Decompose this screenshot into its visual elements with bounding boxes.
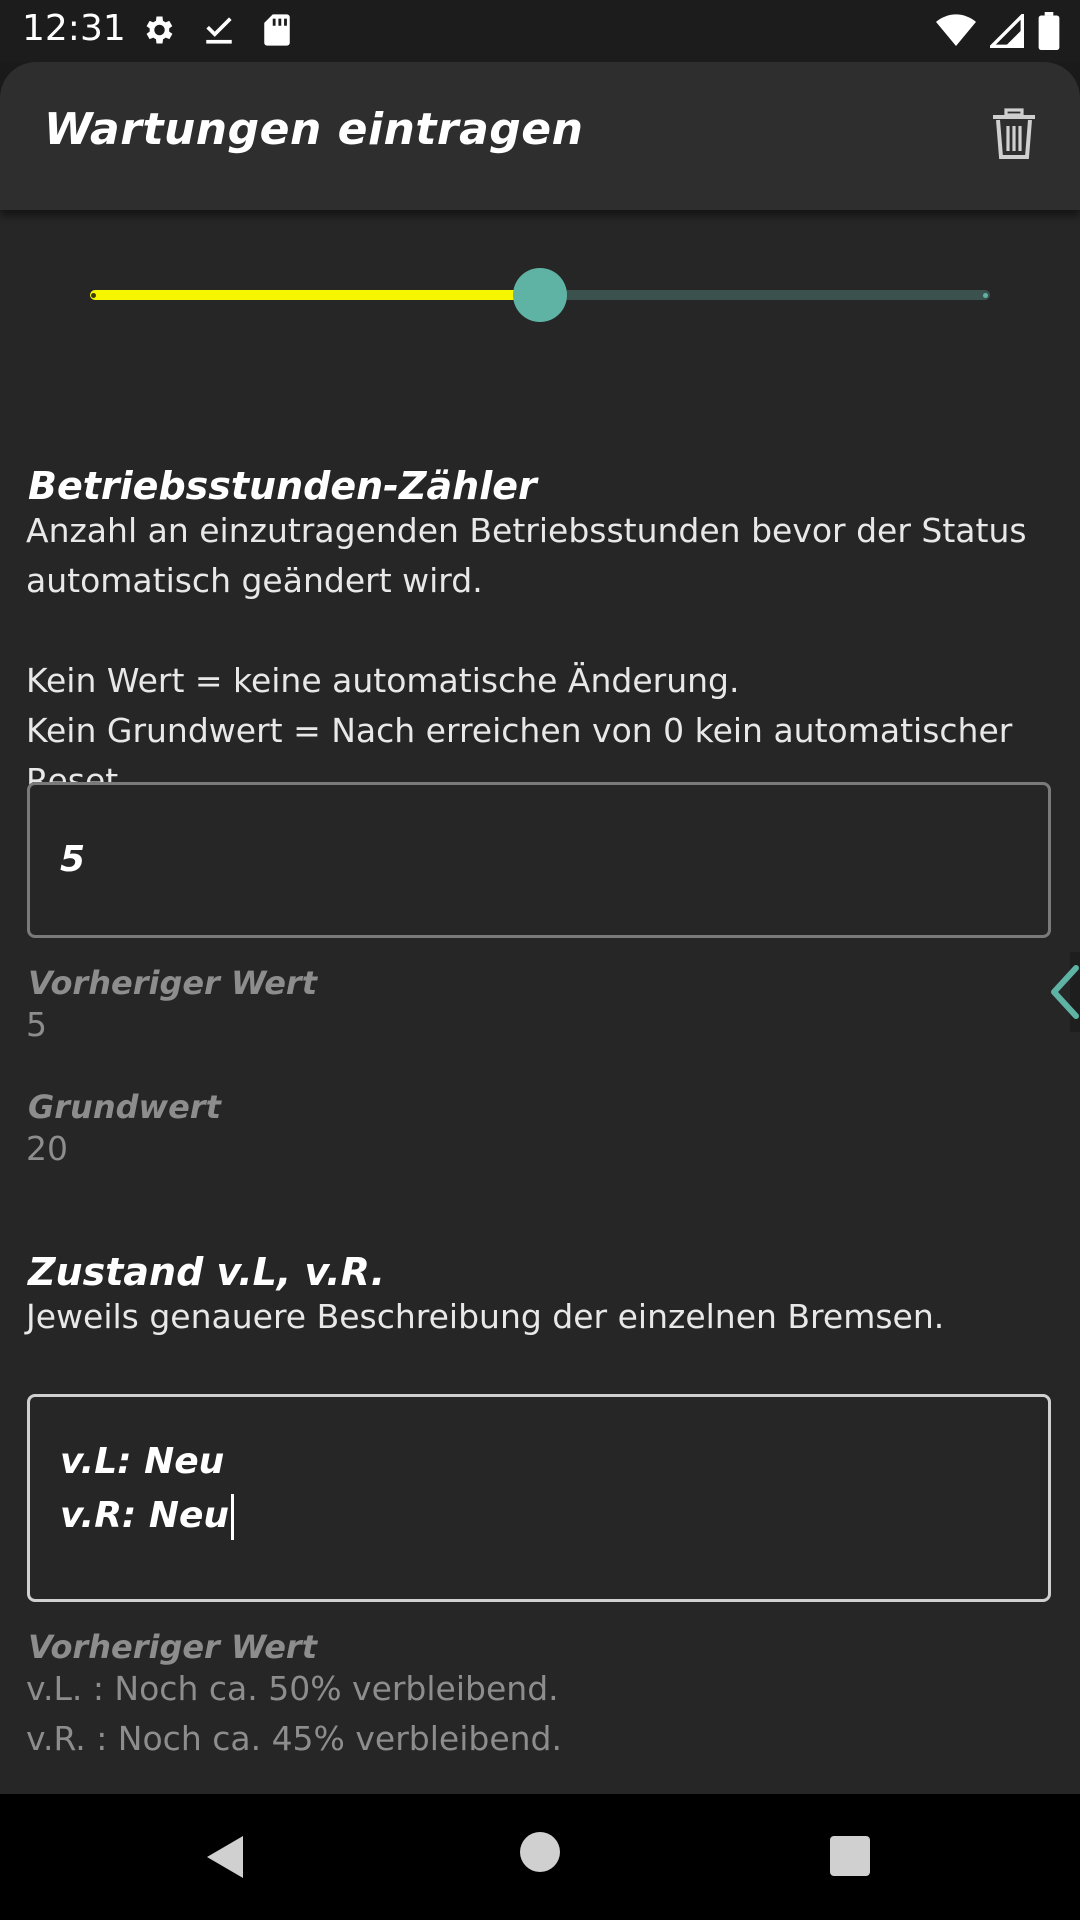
slider-thumb[interactable] [513, 268, 567, 322]
wifi-icon [936, 14, 976, 52]
home-button[interactable] [520, 1832, 560, 1876]
navigation-bar [0, 1794, 1080, 1920]
slider-fill [90, 290, 540, 300]
chevron-left-icon [1051, 952, 1080, 1032]
slider-end-dot [983, 293, 988, 298]
scroll-content[interactable]: Betriebsstunden-Zähler Anzahl an einzutr… [0, 210, 1080, 1794]
status-time: 12:31 [22, 8, 126, 49]
hours-previous-value: 5 [26, 1005, 47, 1044]
delete-button[interactable] [984, 104, 1044, 164]
download-done-icon [202, 13, 236, 51]
recents-icon [830, 1836, 870, 1876]
app-bar: Wartungen eintragen [0, 62, 1080, 210]
back-button[interactable] [205, 1834, 245, 1884]
condition-previous-label: Vorheriger Wert [28, 1628, 317, 1666]
slider-start-dot [91, 293, 96, 298]
status-bar: 12:31 [0, 0, 1080, 62]
condition-input-line2: v.R: Neu [60, 1489, 235, 1543]
condition-input-line1: v.L: Neu [60, 1441, 225, 1482]
side-drawer-handle[interactable] [1046, 952, 1080, 1032]
text-caret [231, 1494, 235, 1540]
hours-input[interactable]: 5 [27, 782, 1051, 938]
condition-previous-line2: v.R. : Noch ca. 45% verbleibend. [26, 1719, 562, 1758]
home-icon [520, 1832, 560, 1872]
hours-base-value: 20 [26, 1129, 68, 1168]
hours-base-label: Grundwert [28, 1088, 221, 1126]
battery-icon [1038, 12, 1060, 54]
hours-section-title: Betriebsstunden-Zähler [28, 464, 537, 508]
condition-section-description: Jeweils genauere Beschreibung der einzel… [26, 1297, 945, 1336]
screen: 12:31 Wartungen eintragen Betriebsstunde… [0, 0, 1080, 1920]
signal-icon [987, 11, 1024, 52]
status-icons-right [936, 11, 1060, 54]
recents-button[interactable] [830, 1836, 870, 1880]
condition-input-line2-text: v.R: Neu [60, 1495, 230, 1536]
condition-previous-line1: v.L. : Noch ca. 50% verbleibend. [26, 1669, 559, 1708]
condition-input[interactable]: v.L: Neu v.R: Neu [27, 1394, 1051, 1602]
settings-icon [140, 12, 176, 52]
back-icon [207, 1836, 243, 1878]
page-title: Wartungen eintragen [44, 104, 584, 155]
hours-section-description: Anzahl an einzutragenden Betriebsstunden… [26, 511, 1027, 800]
trash-icon [993, 108, 1035, 159]
hours-input-value: 5 [60, 839, 86, 880]
bottom-sheet: Wartungen eintragen Betriebsstunden-Zähl… [0, 62, 1080, 1794]
hours-previous-label: Vorheriger Wert [28, 964, 317, 1002]
condition-slider[interactable] [90, 268, 990, 322]
sd-card-icon [262, 13, 292, 51]
condition-section-title: Zustand v.L, v.R. [28, 1250, 386, 1294]
status-icons-left [140, 12, 292, 52]
